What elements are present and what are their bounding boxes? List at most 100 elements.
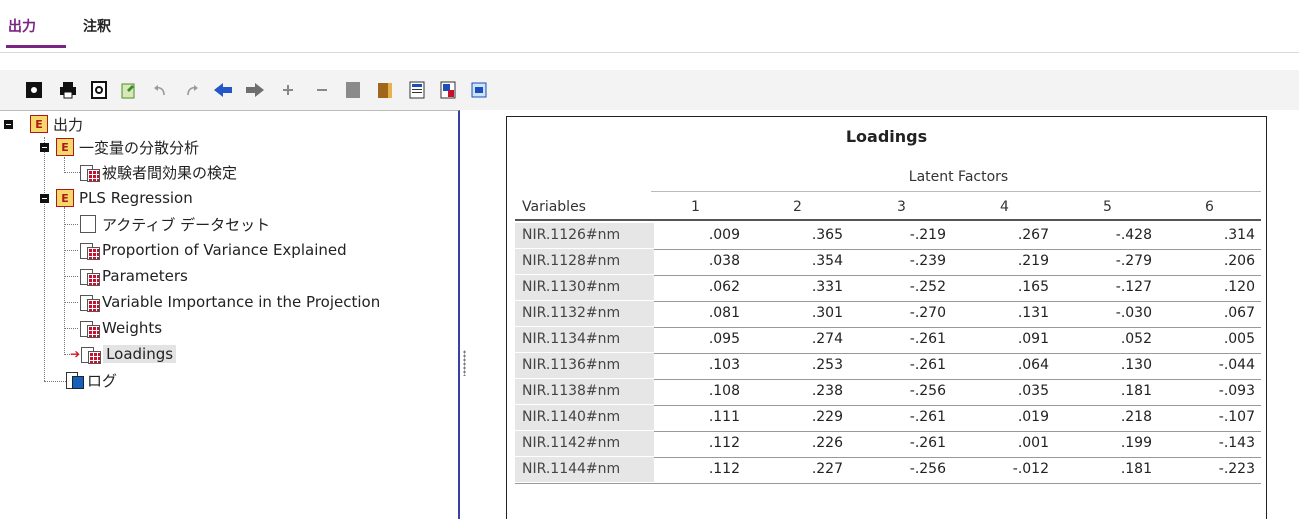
tree-node-loadings[interactable]: ➔ Loadings: [70, 343, 177, 365]
tree-connector: [64, 250, 78, 252]
collapse-toggle-icon[interactable]: [40, 193, 49, 203]
table-row: NIR.1144#nm .112 .227 -.256 -.012 .181 -.223: [515, 457, 1261, 484]
row-label: NIR.1136#nm: [515, 353, 654, 378]
table-row: NIR.1126#nm .009 .365 -.219 .267 -.428 .314: [515, 223, 1261, 250]
table-cell: .112: [708, 461, 740, 477]
table-cell: .218: [1120, 409, 1152, 425]
active-tab-indicator: [6, 45, 66, 48]
table-cell: .091: [1017, 331, 1049, 347]
table-cell: -.256: [909, 461, 946, 477]
pivot-table-icon: [80, 294, 100, 312]
table-row: NIR.1136#nm .103 .253 -.261 .064 .130 -.044: [515, 353, 1261, 380]
tree-connector: [64, 172, 80, 174]
table-cell: -.261: [909, 435, 946, 451]
insert-text-icon[interactable]: [467, 78, 491, 102]
tree-node-log[interactable]: ログ: [66, 369, 117, 391]
tree-node-pls[interactable]: E PLS Regression: [40, 187, 193, 209]
show-icon[interactable]: [341, 78, 365, 102]
table-cell: -.239: [909, 253, 946, 269]
print-preview-icon[interactable]: [87, 78, 111, 102]
table-cell: .009: [708, 227, 740, 243]
redo-icon[interactable]: [180, 78, 204, 102]
pivot-table-icon: [81, 346, 102, 364]
table-cell: .131: [1017, 305, 1049, 321]
back-arrow-icon[interactable]: [211, 78, 235, 102]
text-output-icon: [80, 215, 96, 233]
table-cell: .314: [1223, 227, 1255, 243]
tree-node-label: 一変量の分散分析: [79, 138, 200, 157]
table-cell: .206: [1223, 253, 1255, 269]
table-cell: .274: [811, 331, 843, 347]
tree-node-vip[interactable]: Variable Importance in the Projection: [80, 291, 380, 313]
tree-node-label: 被験者間効果の検定: [102, 163, 238, 182]
export-data-icon[interactable]: [117, 78, 141, 102]
column-header: 2: [793, 199, 802, 215]
tree-connector: [44, 381, 66, 383]
tree-node-anova[interactable]: E 一変量の分散分析: [40, 136, 199, 158]
forward-arrow-icon[interactable]: [243, 78, 267, 102]
tab-output[interactable]: 出力: [8, 16, 36, 36]
insert-heading-icon[interactable]: [405, 78, 429, 102]
tree-node-label: Proportion of Variance Explained: [102, 241, 347, 259]
table-cell: .219: [1017, 253, 1049, 269]
tree-node-weights[interactable]: Weights: [80, 317, 162, 339]
table-cell: -.256: [909, 383, 946, 399]
log-icon: [66, 372, 84, 389]
table-row: NIR.1128#nm .038 .354 -.239 .219 -.279 .206: [515, 249, 1261, 276]
table-cell: .199: [1120, 435, 1152, 451]
table-row: NIR.1130#nm .062 .331 -.252 .165 -.127 .120: [515, 275, 1261, 302]
table-cell: .035: [1017, 383, 1049, 399]
table-cell: -.252: [909, 279, 946, 295]
table-cell: -.107: [1218, 409, 1255, 425]
export-icon[interactable]: [22, 78, 46, 102]
table-cell: .081: [708, 305, 740, 321]
output-folder-icon: E: [56, 189, 74, 207]
table-cell: .181: [1120, 383, 1152, 399]
pivot-table-icon: [80, 164, 100, 182]
tree-connector: [64, 276, 78, 278]
tab-annotations[interactable]: 注釈: [83, 16, 111, 36]
table-cell: .331: [811, 279, 843, 295]
hide-icon[interactable]: [373, 78, 397, 102]
table-cell: -.127: [1115, 279, 1152, 295]
tree-node-label: Weights: [102, 319, 163, 337]
table-row: NIR.1138#nm .108 .238 -.256 .035 .181 -.093: [515, 379, 1261, 406]
loadings-pivot-table[interactable]: Loadings Latent Factors Variables 1 2 3 …: [506, 116, 1267, 519]
collapse-toggle-icon[interactable]: [4, 119, 13, 129]
table-cell: -.030: [1115, 305, 1152, 321]
table-cell: -.261: [909, 409, 946, 425]
tree-node-root[interactable]: E 出力: [4, 113, 83, 135]
tree-node-parameters[interactable]: Parameters: [80, 265, 188, 287]
table-cell: -.261: [909, 331, 946, 347]
table-cell: .229: [811, 409, 843, 425]
row-label: NIR.1134#nm: [515, 327, 654, 352]
insert-title-icon[interactable]: [436, 78, 460, 102]
table-cell: -.270: [909, 305, 946, 321]
table-cell: .019: [1017, 409, 1049, 425]
column-header: 3: [897, 199, 906, 215]
tree-node-active-dataset[interactable]: アクティブ データセット: [80, 213, 270, 235]
tree-connector: [64, 302, 78, 304]
tree-node-label: Loadings: [103, 345, 177, 363]
row-label: NIR.1138#nm: [515, 379, 654, 404]
print-icon[interactable]: [56, 78, 80, 102]
pane-splitter-handle[interactable]: [463, 350, 466, 376]
table-cell: -.223: [1218, 461, 1255, 477]
pivot-table-icon: [80, 242, 100, 260]
column-header: 1: [691, 199, 700, 215]
outline-tree: E 出力 E 一変量の分散分析 被験者間効果の検定 E PLS Regressi…: [0, 110, 460, 519]
row-label: NIR.1130#nm: [515, 275, 654, 300]
tree-node-variance-explained[interactable]: Proportion of Variance Explained: [80, 239, 347, 261]
table-cell: -.261: [909, 357, 946, 373]
tree-node-anova-table[interactable]: 被験者間効果の検定: [80, 161, 237, 183]
column-header: 5: [1103, 199, 1112, 215]
output-content-pane: Loadings Latent Factors Variables 1 2 3 …: [468, 110, 1299, 519]
table-cell: -.012: [1012, 461, 1049, 477]
collapse-icon[interactable]: [310, 78, 334, 102]
collapse-toggle-icon[interactable]: [40, 142, 49, 152]
expand-icon[interactable]: [276, 78, 300, 102]
undo-icon[interactable]: [148, 78, 172, 102]
table-cell: .111: [708, 409, 740, 425]
table-cell: .062: [708, 279, 740, 295]
row-label: NIR.1142#nm: [515, 431, 654, 456]
